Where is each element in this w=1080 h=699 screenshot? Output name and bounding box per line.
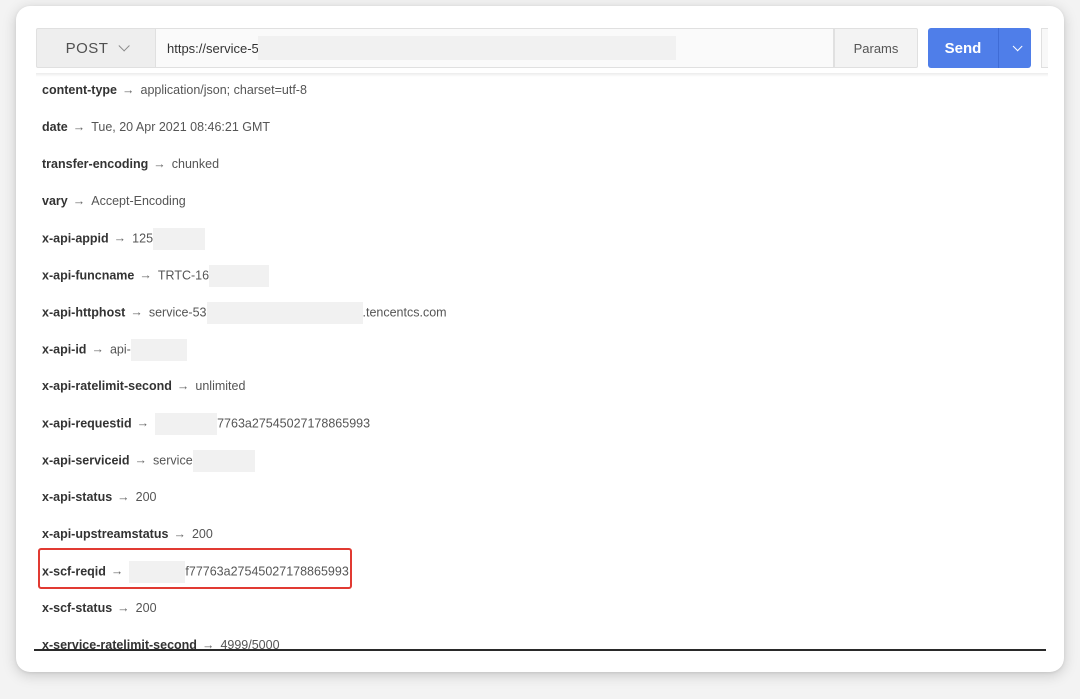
arrow-icon: → xyxy=(72,194,86,208)
side-panel-edge xyxy=(1041,28,1048,68)
header-row: vary → Accept-Encoding xyxy=(42,191,186,211)
header-row: date → Tue, 20 Apr 2021 08:46:21 GMT xyxy=(42,117,270,137)
send-button[interactable]: Send xyxy=(928,28,998,68)
header-value: 200 xyxy=(135,601,157,615)
header-row: x-api-appid → 125 xyxy=(42,228,206,250)
params-button[interactable]: Params xyxy=(834,28,918,68)
header-key: x-api-requestid xyxy=(42,416,132,431)
send-label: Send xyxy=(944,39,982,57)
header-value: chunked xyxy=(171,157,220,171)
request-bar: POST https://service-5 Params Send xyxy=(36,28,1048,68)
header-row: x-service-ratelimit-second → 4999/5000 xyxy=(42,635,280,650)
url-text: https://service-5 xyxy=(167,40,259,56)
header-row: x-api-serviceid → service xyxy=(42,450,255,472)
header-value: Accept-Encoding xyxy=(91,194,186,208)
header-value-suffix: .tencentcs.com xyxy=(362,305,447,320)
header-value: Tue, 20 Apr 2021 08:46:21 GMT xyxy=(91,120,271,134)
header-row: x-scf-status → 200 xyxy=(42,598,157,618)
arrow-icon: → xyxy=(153,157,166,171)
header-key: transfer-encoding xyxy=(42,157,149,171)
header-key: x-api-serviceid xyxy=(42,453,130,468)
arrow-icon: → xyxy=(136,416,150,431)
redacted-region xyxy=(209,265,270,287)
redacted-region xyxy=(192,450,255,472)
send-button-group: Send xyxy=(928,28,1031,68)
header-key: x-scf-status xyxy=(42,601,113,615)
header-value: TRTC-16 xyxy=(157,268,210,283)
redacted-region xyxy=(206,302,363,324)
header-value: service-53 xyxy=(148,305,207,320)
redacted-region xyxy=(130,339,187,361)
header-row: x-api-status → 200 xyxy=(42,487,157,507)
header-key: content-type xyxy=(42,83,117,97)
arrow-icon: → xyxy=(139,268,152,283)
send-options-dropdown[interactable] xyxy=(999,28,1031,68)
arrow-icon: → xyxy=(173,527,186,541)
arrow-icon: → xyxy=(72,120,86,134)
redacted-region xyxy=(258,36,676,60)
header-value: unlimited xyxy=(195,379,246,393)
header-key: x-api-appid xyxy=(42,231,109,246)
header-key: x-api-funcname xyxy=(42,268,135,283)
chevron-down-icon xyxy=(1012,40,1023,51)
header-value: application/json; charset=utf-8 xyxy=(140,83,307,97)
header-row: x-api-funcname → TRTC-16 xyxy=(42,265,270,287)
header-value: 200 xyxy=(191,527,213,541)
header-value: 125 xyxy=(132,231,154,246)
header-row: x-api-id → api- xyxy=(42,339,187,361)
arrow-icon: → xyxy=(117,601,130,615)
method-select[interactable]: POST xyxy=(36,28,156,68)
method-label: POST xyxy=(65,39,109,57)
header-row: transfer-encoding → chunked xyxy=(42,154,219,174)
chevron-down-icon xyxy=(118,40,131,52)
header-value-suffix: 7763a27545027178865993 xyxy=(217,416,371,431)
redacted-region xyxy=(153,228,206,250)
header-key: x-api-httphost xyxy=(42,305,126,320)
header-row: x-api-upstreamstatus → 200 xyxy=(42,524,213,544)
arrow-icon: → xyxy=(176,379,190,393)
params-label: Params xyxy=(853,40,899,56)
arrow-icon: → xyxy=(122,83,135,97)
header-key: vary xyxy=(42,194,68,208)
arrow-icon: → xyxy=(134,453,148,468)
header-row: x-api-httphost → service-53 .tencentcs.com xyxy=(42,302,447,324)
arrow-icon: → xyxy=(117,490,130,504)
redacted-region xyxy=(155,413,218,435)
header-row: x-api-ratelimit-second → unlimited xyxy=(42,376,245,396)
header-key: x-api-ratelimit-second xyxy=(42,379,172,393)
divider xyxy=(36,73,1048,77)
arrow-icon: → xyxy=(91,342,104,357)
highlight-annotation xyxy=(38,548,352,589)
header-value: api- xyxy=(109,342,131,357)
header-row: x-api-requestid → 7763a27545027178865993 xyxy=(42,413,371,435)
arrow-icon: → xyxy=(113,231,127,246)
header-key: x-api-status xyxy=(42,490,113,504)
header-key: date xyxy=(42,120,68,134)
header-value: service xyxy=(153,453,193,468)
header-key: x-api-id xyxy=(42,342,87,357)
header-row: content-type → application/json; charset=u… xyxy=(42,80,307,100)
header-key: x-api-upstreamstatus xyxy=(42,527,169,541)
header-value: 200 xyxy=(135,490,157,504)
divider xyxy=(34,649,1046,651)
arrow-icon: → xyxy=(130,305,143,320)
app-window: POST https://service-5 Params Send conte… xyxy=(16,6,1064,672)
